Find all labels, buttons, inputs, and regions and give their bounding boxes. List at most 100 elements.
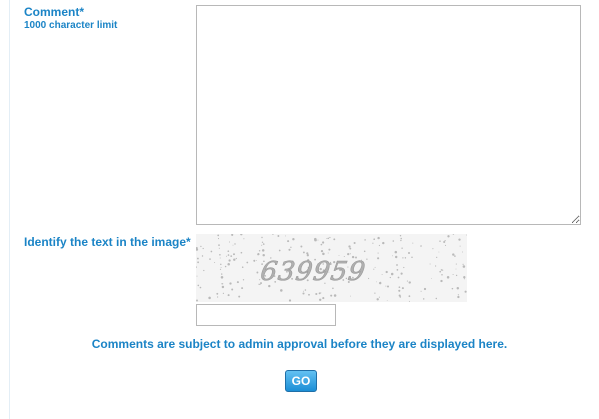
captcha-noise-dot [287, 240, 290, 243]
captcha-noise-dot [320, 250, 324, 253]
captcha-noise-dot [261, 244, 263, 246]
left-divider [9, 0, 10, 419]
captcha-noise-dot [420, 245, 422, 247]
captcha-noise-dot [385, 270, 388, 274]
captcha-noise-dot [302, 290, 304, 292]
captcha-noise-dot [378, 244, 380, 247]
captcha-noise-dot [429, 263, 431, 265]
captcha-noise-dot [209, 258, 211, 260]
captcha-noise-dot [227, 262, 230, 266]
captcha-noise-dot [347, 252, 350, 256]
captcha-noise-dot [317, 239, 319, 241]
captcha-noise-dot [256, 260, 257, 261]
captcha-noise-dot [457, 295, 460, 299]
captcha-noise-dot [241, 266, 244, 268]
captcha-noise-dot [446, 276, 450, 279]
captcha-noise-dot [400, 272, 403, 275]
captcha-noise-dot [402, 257, 404, 259]
captcha-noise-dot [444, 244, 447, 246]
captcha-noise-dot [435, 297, 438, 300]
captcha-noise-dot [243, 238, 245, 240]
captcha-noise-dot [318, 292, 321, 295]
captcha-noise-dot [456, 287, 460, 290]
captcha-noise-dot [261, 236, 263, 239]
captcha-noise-dot [219, 257, 221, 259]
captcha-noise-dot [462, 263, 464, 265]
captcha-noise-dot [396, 264, 398, 266]
captcha-noise-dot [377, 257, 380, 260]
captcha-noise-dot [221, 273, 223, 275]
captcha-noise-dot [438, 251, 440, 253]
captcha-noise-dot [220, 263, 222, 266]
captcha-noise-dot [390, 272, 394, 276]
captcha-noise-dot [389, 276, 391, 279]
captcha-noise-dot [304, 289, 307, 291]
captcha-noise-dot [377, 252, 379, 254]
captcha-noise-dot [398, 294, 401, 297]
captcha-noise-dot [327, 252, 329, 254]
captcha-noise-dot [408, 295, 411, 298]
comment-textarea[interactable] [196, 5, 581, 225]
captcha-noise-dot [196, 275, 198, 277]
captcha-noise-dot [408, 300, 410, 302]
captcha-noise-dot [328, 248, 331, 251]
captcha-noise-dot [443, 240, 446, 244]
captcha-noise-dot [197, 284, 200, 287]
captcha-noise-dot [452, 253, 455, 256]
captcha-noise-dot [319, 298, 322, 301]
captcha-noise-dot [236, 281, 239, 284]
captcha-noise-dot [253, 259, 256, 262]
captcha-noise-dot [327, 237, 330, 240]
captcha-noise-dot [401, 247, 403, 249]
captcha-noise-dot [234, 243, 236, 245]
captcha-noise-dot [227, 254, 230, 256]
captcha-noise-dot [455, 263, 457, 265]
captcha-noise-dot [349, 253, 351, 255]
captcha-noise-dot [430, 278, 432, 279]
captcha-noise-dot [462, 265, 466, 268]
captcha-input[interactable] [196, 304, 336, 326]
captcha-noise-dot [412, 242, 414, 244]
captcha-noise-dot [455, 268, 457, 270]
captcha-noise-dot [350, 295, 351, 297]
captcha-noise-dot [321, 241, 325, 244]
captcha-noise-dot [241, 287, 244, 290]
captcha-noise-dot [349, 247, 352, 250]
captcha-noise-dot [396, 269, 399, 271]
captcha-noise-dot [302, 292, 305, 295]
captcha-noise-dot [292, 238, 295, 241]
captcha-noise-dot [420, 290, 422, 292]
captcha-noise-dot [217, 234, 220, 237]
captcha-noise-dot [226, 255, 227, 257]
go-button[interactable]: GO [285, 370, 317, 392]
captcha-noise-dot [386, 300, 388, 301]
captcha-noise-dot [434, 265, 437, 267]
captcha-noise-dot [256, 271, 259, 274]
captcha-noise-dot [262, 243, 265, 245]
captcha-noise-dot [397, 276, 400, 279]
captcha-noise-dot [208, 296, 211, 300]
captcha-noise-dot [466, 234, 467, 236]
captcha-noise-dot [229, 282, 232, 285]
captcha-noise-dot [386, 285, 390, 288]
captcha-noise-dot [432, 248, 434, 250]
captcha-noise-dot [320, 243, 323, 246]
captcha-noise-dot [232, 244, 234, 246]
captcha-noise-dot [306, 254, 309, 257]
captcha-noise-dot [332, 287, 334, 290]
captcha-noise-dot [457, 294, 460, 296]
captcha-noise-dot [439, 270, 442, 273]
captcha-noise-dot [394, 255, 398, 259]
captcha-text: 639959 [259, 257, 368, 287]
captcha-noise-dot [314, 237, 317, 241]
captcha-noise-dot [246, 261, 249, 264]
captcha-noise-dot [441, 269, 444, 271]
captcha-noise-dot [451, 287, 454, 290]
captcha-noise-dot [233, 253, 235, 256]
captcha-noise-dot [218, 247, 220, 249]
captcha-noise-dot [368, 277, 370, 280]
captcha-noise-dot [257, 253, 259, 256]
captcha-noise-dot [261, 241, 264, 243]
captcha-noise-dot [464, 290, 467, 293]
captcha-noise-dot [329, 236, 331, 239]
